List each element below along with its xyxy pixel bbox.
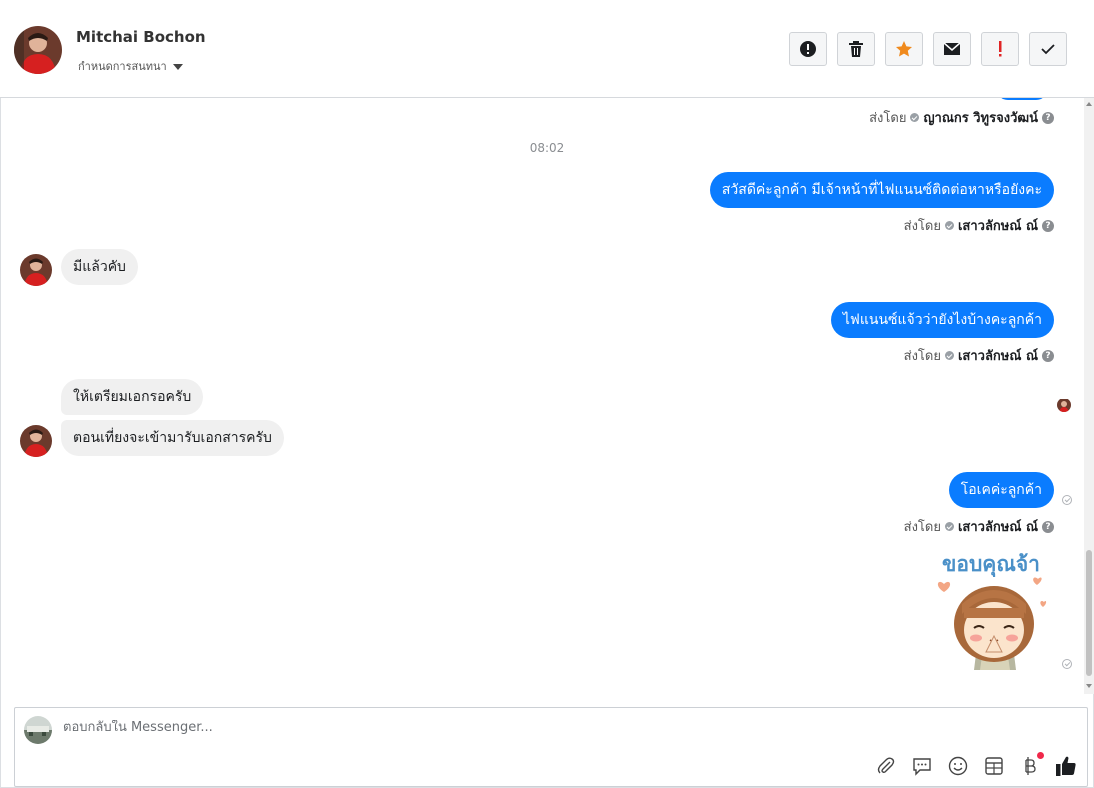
message-thread[interactable]: ส่งโดย ญาณกร วิทูรจงวัฒน์ ? 08:02 สวัสดี… [0, 98, 1084, 694]
like-button[interactable] [1053, 753, 1079, 779]
message-bubble-outgoing[interactable]: ไฟแนนซ์แจ้วว่ายังไงบ้างคะลูกค้า [830, 302, 1054, 338]
report-button[interactable] [789, 32, 827, 66]
page-avatar [24, 716, 52, 744]
done-button[interactable] [1029, 32, 1067, 66]
scroll-up-arrow-icon[interactable] [1086, 102, 1092, 106]
star-icon [896, 41, 912, 57]
paperclip-icon [877, 757, 895, 774]
sent-by-line: ส่งโดย เสาวลักษณ์ ณ์ ? [904, 516, 1054, 537]
read-receipt-avatar [1057, 398, 1071, 412]
message-bubble-incoming[interactable]: มีแล้วคับ [61, 249, 138, 285]
message-bubble-incoming[interactable]: ให้เตรียมเอกรอครับ [61, 379, 204, 415]
delete-button[interactable] [837, 32, 875, 66]
sent-by-label: ส่งโดย [869, 111, 907, 126]
message-bubble-outgoing[interactable]: สวัสดีค่ะลูกค้า มีเจ้าหน้าที่ไฟแนนซ์ติดต… [709, 172, 1054, 208]
verified-icon [910, 113, 920, 122]
payment-badge [1037, 752, 1044, 759]
sent-by-label: ส่งโดย [903, 520, 941, 535]
emoji-button[interactable] [945, 753, 971, 779]
conversation-settings-dropdown[interactable]: กำหนดการสนทนา [78, 57, 183, 75]
help-icon[interactable]: ? [1042, 219, 1054, 232]
verified-icon [944, 351, 954, 360]
sticker-girl-icon [937, 577, 1047, 670]
conversation-settings-label: กำหนดการสนทนา [78, 60, 167, 73]
envelope-icon [943, 42, 961, 55]
like-icon [1056, 756, 1076, 776]
message-bubble-partial [996, 98, 1048, 100]
message-bubble-incoming[interactable]: ตอนเที่ยงจะเข้ามารับเอกสารครับ [61, 420, 284, 456]
delivered-icon [1062, 659, 1072, 669]
emoji-icon [948, 756, 968, 776]
trash-icon [849, 41, 863, 57]
message-bubble-outgoing[interactable]: โอเคค่ะลูกค้า [948, 472, 1054, 508]
conversation-header: Mitchai Bochon กำหนดการสนทนา [0, 0, 1094, 98]
scrollbar-thumb[interactable] [1086, 550, 1092, 676]
reply-input[interactable] [63, 720, 963, 735]
reply-composer [14, 707, 1088, 787]
payment-icon [1025, 757, 1036, 775]
exclamation-icon [999, 41, 1002, 57]
sent-by-line: ส่งโดย เสาวลักษณ์ ณ์ ? [904, 215, 1054, 236]
agent-name: เสาวลักษณ์ ณ์ [957, 520, 1038, 535]
agent-name: เสาวลักษณ์ ณ์ [957, 219, 1038, 234]
appointment-button[interactable] [981, 753, 1007, 779]
verified-icon [944, 522, 954, 531]
thread-scrollbar[interactable] [1084, 98, 1094, 694]
appointment-icon [985, 757, 1003, 775]
time-divider: 08:02 [529, 141, 565, 155]
help-icon[interactable]: ? [1042, 520, 1054, 533]
help-icon[interactable]: ? [1042, 111, 1054, 124]
delivered-icon [1062, 495, 1072, 505]
help-icon[interactable]: ? [1042, 349, 1054, 362]
important-button[interactable] [981, 32, 1019, 66]
contact-avatar-small [20, 254, 52, 286]
check-icon [1041, 44, 1055, 55]
contact-name: Mitchai Bochon [76, 28, 206, 46]
caret-down-icon [172, 64, 183, 70]
contact-avatar-small [20, 425, 52, 457]
verified-icon [944, 221, 954, 230]
attach-button[interactable] [873, 753, 899, 779]
sent-by-label: ส่งโดย [903, 219, 941, 234]
agent-name: เสาวลักษณ์ ณ์ [957, 349, 1038, 364]
saved-reply-button[interactable] [909, 753, 935, 779]
sent-by-label: ส่งโดย [903, 349, 941, 364]
star-button[interactable] [885, 32, 923, 66]
mark-unread-button[interactable] [933, 32, 971, 66]
contact-avatar[interactable] [14, 26, 62, 74]
sent-by-line: ส่งโดย เสาวลักษณ์ ณ์ ? [904, 345, 1054, 366]
agent-name: ญาณกร วิทูรจงวัฒน์ [923, 111, 1038, 126]
saved-reply-icon [913, 758, 931, 776]
alert-circle-icon [800, 41, 816, 57]
sticker-thank-you[interactable]: ขอบคุณจ้า [934, 548, 1054, 670]
scroll-down-arrow-icon[interactable] [1086, 684, 1092, 688]
sent-by-line: ส่งโดย ญาณกร วิทูรจงวัฒน์ ? [869, 107, 1054, 128]
